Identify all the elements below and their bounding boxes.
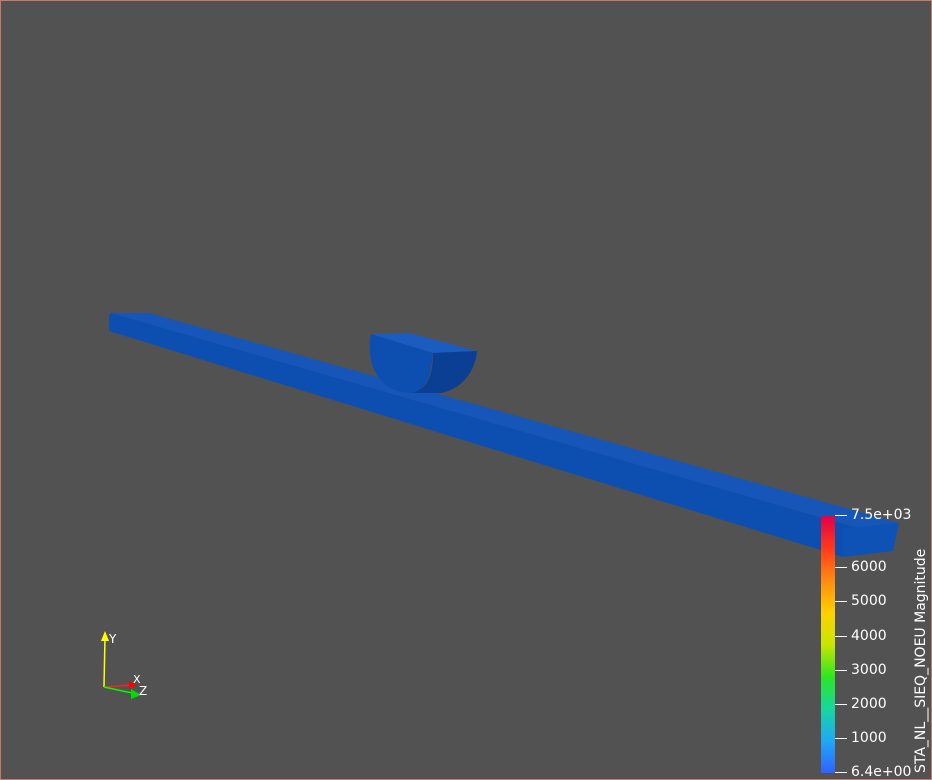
- legend-tick-label: 5000: [851, 593, 887, 609]
- legend-tick-2000: [835, 704, 847, 705]
- legend-tick-1000: [835, 738, 847, 739]
- legend-tick-label: 6000: [851, 559, 887, 575]
- legend-tick-3000: [835, 670, 847, 671]
- legend-min-label: 6.4e+00: [851, 764, 912, 780]
- legend-tick-5000: [835, 601, 847, 602]
- legend-max-label: 7.5e+03: [851, 507, 912, 523]
- z-axis-label: Z: [139, 684, 147, 698]
- orientation-axes-widget: Y X Z: [101, 631, 147, 699]
- render-viewport[interactable]: Y X Z 7.5e+03 6000 5000 4000 3000 2000 1…: [0, 0, 932, 780]
- legend-tick-min: [835, 772, 847, 773]
- y-axis-line: [103, 636, 106, 688]
- y-axis-arrow-icon: [101, 631, 109, 641]
- beam-top-face: [111, 313, 899, 529]
- legend-tick-label: 2000: [851, 696, 887, 712]
- legend-tick-label: 3000: [851, 662, 887, 678]
- legend-tick-label: 1000: [851, 730, 887, 746]
- color-legend[interactable]: 7.5e+03 6000 5000 4000 3000 2000 1000 6.…: [813, 506, 931, 780]
- y-axis-label: Y: [108, 632, 117, 646]
- legend-tick-max: [835, 515, 847, 516]
- color-legend-bar: [821, 516, 835, 773]
- beam-side-face: [109, 313, 861, 557]
- legend-tick-4000: [835, 636, 847, 637]
- legend-tick-label: 4000: [851, 628, 887, 644]
- legend-tick-6000: [835, 567, 847, 568]
- color-legend-title: STA_NL__SIEQ_NOEU Magnitude: [913, 548, 929, 773]
